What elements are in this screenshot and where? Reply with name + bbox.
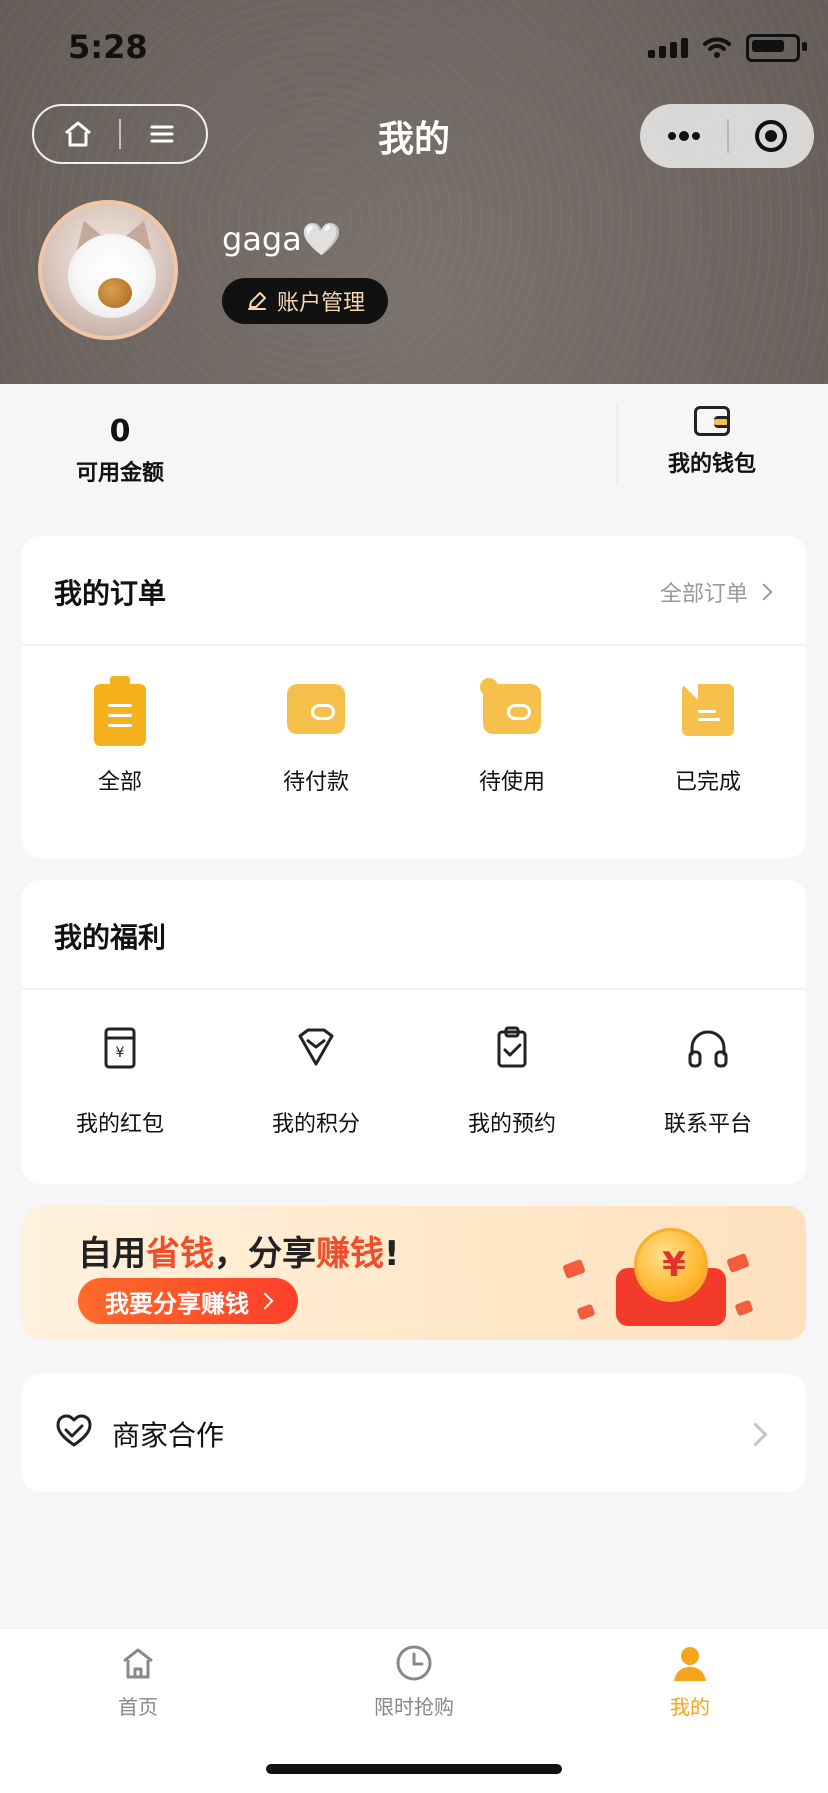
- welfare-red-envelope-label: 我的红包: [75, 1112, 164, 1137]
- balance-amount: 0: [109, 414, 131, 449]
- status-time: 5:28: [68, 28, 148, 66]
- clipboard-check-icon: [480, 1026, 544, 1088]
- orders-title: 我的订单: [54, 577, 167, 610]
- balance-label: 可用金额: [75, 461, 164, 486]
- battery-icon: [746, 34, 807, 62]
- share-earn-label: 我要分享赚钱: [105, 1289, 249, 1318]
- capsule-divider: [727, 119, 729, 153]
- order-all[interactable]: 全部: [40, 646, 200, 858]
- welfare-reservations-label: 我的预约: [467, 1112, 556, 1137]
- order-to-use[interactable]: 待使用: [432, 646, 592, 858]
- chevron-right-icon: [256, 1292, 274, 1310]
- home-icon: [118, 1643, 158, 1683]
- mini-program-capsule[interactable]: [640, 104, 814, 168]
- headline-accent-save: 省钱: [146, 1234, 214, 1274]
- red-envelope-icon: ¥: [88, 1026, 152, 1088]
- profile-header: 5:28 我的 gaga🤍 账户管理: [0, 0, 828, 384]
- order-completed-label: 已完成: [674, 770, 741, 795]
- tab-me-label: 我的: [670, 1695, 710, 1719]
- headline-prefix: 自用: [78, 1234, 146, 1274]
- merchant-label: 商家合作: [112, 1419, 225, 1452]
- close-target-icon[interactable]: [754, 119, 788, 153]
- welfare-contact-label: 联系平台: [663, 1112, 752, 1137]
- sparkle: [576, 1303, 596, 1321]
- user-icon: [670, 1643, 710, 1683]
- chevron-right-icon: [743, 1422, 768, 1447]
- chevron-right-icon: [755, 583, 773, 601]
- orders-grid: 全部 待付款 待使用 已完成: [22, 646, 806, 858]
- headline-accent-earn: 赚钱: [316, 1234, 384, 1274]
- welfare-reservations[interactable]: 我的预约: [432, 988, 592, 1184]
- svg-text:¥: ¥: [116, 1045, 125, 1061]
- available-balance[interactable]: 0 可用金额: [60, 414, 180, 487]
- clock-icon: [394, 1643, 434, 1683]
- home-indicator: [266, 1764, 562, 1774]
- headline-suffix: !: [384, 1234, 400, 1274]
- all-orders-link[interactable]: 全部订单: [659, 576, 773, 608]
- status-icons: [648, 34, 807, 62]
- balance-strip: 0 可用金额 我的钱包: [0, 384, 828, 502]
- coin-envelope-illustration: ¥: [552, 1218, 772, 1336]
- headline-mid: ，分享: [214, 1234, 316, 1274]
- orders-card: 我的订单 全部订单 全部 待付款 待使用 已完成: [22, 536, 806, 858]
- account-manage-label: 账户管理: [276, 291, 365, 316]
- welfare-card: 我的福利 ¥ 我的红包 我的积分 我的预约 联系平台: [22, 880, 806, 1184]
- cookie: [98, 278, 132, 308]
- wifi-icon: [702, 35, 732, 61]
- avatar[interactable]: [38, 200, 178, 340]
- coin-icon: ¥: [634, 1228, 708, 1302]
- order-pending-payment-label: 待付款: [282, 770, 349, 795]
- order-to-use-label: 待使用: [478, 770, 545, 795]
- order-all-label: 全部: [97, 770, 142, 795]
- signal-icon: [648, 38, 688, 58]
- wallet-icon: [284, 684, 348, 746]
- welfare-red-envelope[interactable]: ¥ 我的红包: [40, 988, 200, 1184]
- my-wallet[interactable]: 我的钱包: [652, 406, 772, 478]
- account-manage-button[interactable]: 账户管理: [222, 278, 388, 324]
- banner-headline: 自用省钱，分享赚钱!: [78, 1226, 400, 1275]
- sparkle: [734, 1299, 754, 1317]
- tab-home-label: 首页: [118, 1695, 158, 1719]
- clipboard-icon: [88, 676, 152, 746]
- welfare-title: 我的福利: [54, 921, 167, 954]
- welfare-grid: ¥ 我的红包 我的积分 我的预约 联系平台: [22, 988, 806, 1184]
- wallet-icon: [694, 406, 730, 436]
- headset-icon: [676, 1026, 740, 1088]
- wallet-label: 我的钱包: [667, 452, 756, 477]
- welfare-points[interactable]: 我的积分: [236, 988, 396, 1184]
- balance-divider: [616, 404, 618, 484]
- tab-flash-sale-label: 限时抢购: [374, 1695, 454, 1719]
- edit-icon: [247, 292, 266, 310]
- coin-symbol: ¥: [662, 1245, 686, 1285]
- all-orders-label: 全部订单: [659, 582, 748, 607]
- clock-wallet-icon: [480, 678, 544, 746]
- share-earn-banner[interactable]: 自用省钱，分享赚钱! 我要分享赚钱 ¥: [22, 1206, 806, 1340]
- document-icon: [676, 684, 740, 746]
- sparkle: [562, 1259, 586, 1279]
- username: gaga🤍: [222, 220, 342, 258]
- merchant-cooperation-row[interactable]: 商家合作: [22, 1374, 806, 1492]
- order-completed[interactable]: 已完成: [628, 646, 788, 858]
- sparkle: [726, 1253, 750, 1273]
- tab-me[interactable]: 我的: [620, 1643, 760, 1720]
- share-earn-button[interactable]: 我要分享赚钱: [78, 1278, 298, 1324]
- tab-flash-sale[interactable]: 限时抢购: [344, 1643, 484, 1720]
- diamond-icon: [284, 1026, 348, 1088]
- more-icon[interactable]: [666, 128, 702, 144]
- welfare-points-label: 我的积分: [271, 1112, 360, 1137]
- tab-home[interactable]: 首页: [68, 1643, 208, 1720]
- handshake-heart-icon: [54, 1412, 94, 1448]
- welfare-contact[interactable]: 联系平台: [628, 988, 788, 1184]
- order-pending-payment[interactable]: 待付款: [236, 646, 396, 858]
